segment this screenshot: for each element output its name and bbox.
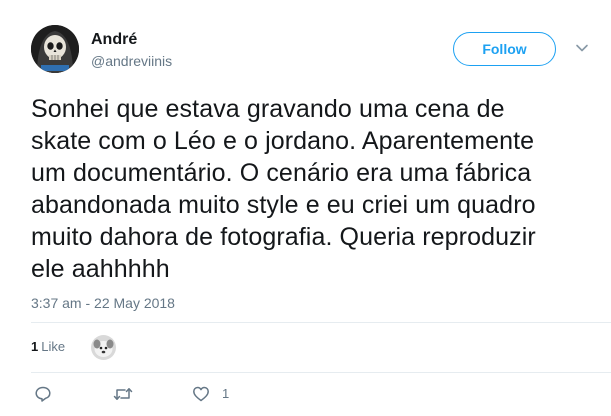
chevron-down-icon[interactable]	[574, 40, 590, 56]
reply-icon	[35, 386, 51, 402]
likes-stat[interactable]: 1 Like	[31, 339, 65, 355]
liker-avatar[interactable]	[91, 335, 116, 360]
reply-button[interactable]	[34, 384, 52, 404]
divider	[31, 322, 611, 323]
like-count: 1	[222, 386, 230, 401]
likes-count: 1	[31, 339, 39, 354]
author-avatar[interactable]	[31, 25, 79, 73]
likes-label: Like	[41, 339, 66, 354]
retweet-button[interactable]	[113, 384, 133, 404]
tweet-timestamp[interactable]: 3:37 am - 22 May 2018	[31, 294, 175, 312]
heart-icon	[193, 386, 209, 402]
author-handle[interactable]: @andreviinis	[91, 52, 172, 70]
follow-button[interactable]: Follow	[453, 32, 556, 66]
author-name[interactable]: André	[91, 30, 137, 50]
dog-avatar-image	[91, 335, 116, 360]
tweet-card: André @andreviinis Follow Sonhei que est…	[0, 0, 611, 416]
skull-avatar-image	[31, 25, 79, 73]
like-button[interactable]: 1	[192, 384, 229, 404]
divider	[31, 372, 611, 373]
tweet-text: Sonhei que estava gravando uma cena de s…	[31, 95, 536, 283]
retweet-icon	[113, 388, 133, 400]
